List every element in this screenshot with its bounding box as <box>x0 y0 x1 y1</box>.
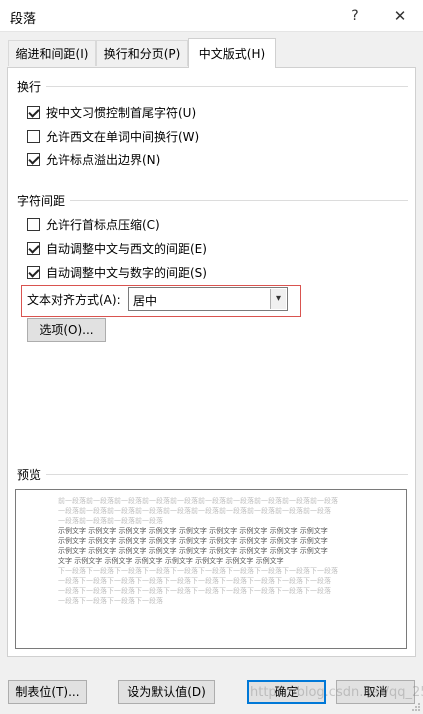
preview-line: 一段落下一段落下一段落下一段落下一段落下一段落下一段落下一段落下一段落下一段落 <box>58 577 331 585</box>
checkbox[interactable] <box>27 152 40 166</box>
title-bar: 段落 ? ✕ <box>0 0 423 32</box>
option-label: 允许标点溢出边界(N) <box>46 152 161 167</box>
checkbox[interactable] <box>27 217 40 231</box>
set-as-default-button[interactable]: 设为默认值(D) <box>118 680 215 704</box>
option-auto-space-asian-latin[interactable]: 自动调整中文与西文的间距(E) <box>27 239 207 257</box>
preview-line: 一段落下一段落下一段落下一段落下一段落下一段落下一段落下一段落下一段落下一段落 <box>58 587 331 595</box>
preview-line: 文字 示例文字 示例文字 示例文字 示例文字 示例文字 示例文字 示例文字 <box>58 557 284 565</box>
option-label: 按中文习惯控制首尾字符(U) <box>46 105 197 120</box>
option-compress-punctuation-at-line-start[interactable]: 允许行首标点压缩(C) <box>27 215 160 233</box>
text-alignment-label: 文本对齐方式(A): <box>27 293 121 307</box>
tab-asian-typography[interactable]: 中文版式(H) <box>188 38 276 68</box>
preview-heading: 预览 <box>17 468 42 482</box>
preview-line: 一段落前一段落前一段落前一段落前一段落前一段落前一段落前一段落前一段落前一段落 <box>58 507 331 515</box>
checkbox[interactable] <box>27 265 40 279</box>
char-spacing-heading: 字符间距 <box>17 194 66 208</box>
resize-grip-icon[interactable] <box>411 702 421 712</box>
preview-divider <box>46 474 408 475</box>
option-label: 自动调整中文与数字的间距(S) <box>46 265 207 280</box>
preview-pane: 前一段落前一段落前一段落前一段落前一段落前一段落前一段落前一段落前一段落前一段落… <box>15 489 407 649</box>
text-alignment-select[interactable]: 居中 ▾ <box>128 287 288 311</box>
preview-line: 下一段落下一段落下一段落下一段落下一段落下一段落下一段落下一段落下一段落下一段落 <box>58 567 338 575</box>
close-button[interactable]: ✕ <box>384 0 416 32</box>
option-label: 自动调整中文与西文的间距(E) <box>46 241 207 256</box>
cancel-button[interactable]: 取消 <box>336 680 415 704</box>
preview-line: 一段落前一段落前一段落前一段落 <box>58 517 163 525</box>
preview-line: 示例文字 示例文字 示例文字 示例文字 示例文字 示例文字 示例文字 示例文字 … <box>58 547 328 555</box>
option-asian-line-break-control[interactable]: 按中文习惯控制首尾字符(U) <box>27 103 196 121</box>
preview-line: 示例文字 示例文字 示例文字 示例文字 示例文字 示例文字 示例文字 示例文字 … <box>58 537 328 545</box>
chevron-down-icon[interactable]: ▾ <box>270 289 286 309</box>
preview-line: 示例文字 示例文字 示例文字 示例文字 示例文字 示例文字 示例文字 示例文字 … <box>58 527 328 535</box>
ok-button[interactable]: 确定 <box>247 680 326 704</box>
option-allow-hanging-punctuation[interactable]: 允许标点溢出边界(N) <box>27 150 160 168</box>
option-auto-space-asian-numbers[interactable]: 自动调整中文与数字的间距(S) <box>27 263 207 281</box>
preview-line: 前一段落前一段落前一段落前一段落前一段落前一段落前一段落前一段落前一段落前一段落 <box>58 497 338 505</box>
checkbox[interactable] <box>27 241 40 255</box>
dialog-title: 段落 <box>10 12 37 27</box>
help-button[interactable]: ? <box>340 0 370 32</box>
line-break-divider <box>46 86 408 87</box>
options-button[interactable]: 选项(O)... <box>27 318 106 342</box>
tabs-button[interactable]: 制表位(T)... <box>8 680 87 704</box>
option-allow-latin-word-wrap[interactable]: 允许西文在单词中间换行(W) <box>27 127 199 145</box>
char-spacing-divider <box>70 200 408 201</box>
checkbox[interactable] <box>27 129 40 143</box>
text-alignment-value: 居中 <box>133 294 158 308</box>
line-break-heading: 换行 <box>17 80 42 94</box>
tab-line-and-page-breaks[interactable]: 换行和分页(P) <box>96 40 188 66</box>
tab-indents-and-spacing[interactable]: 缩进和间距(I) <box>8 40 96 66</box>
checkbox[interactable] <box>27 105 40 119</box>
preview-line: 一段落下一段落下一段落下一段落 <box>58 597 163 605</box>
option-label: 允许西文在单词中间换行(W) <box>46 129 200 144</box>
option-label: 允许行首标点压缩(C) <box>46 217 160 232</box>
